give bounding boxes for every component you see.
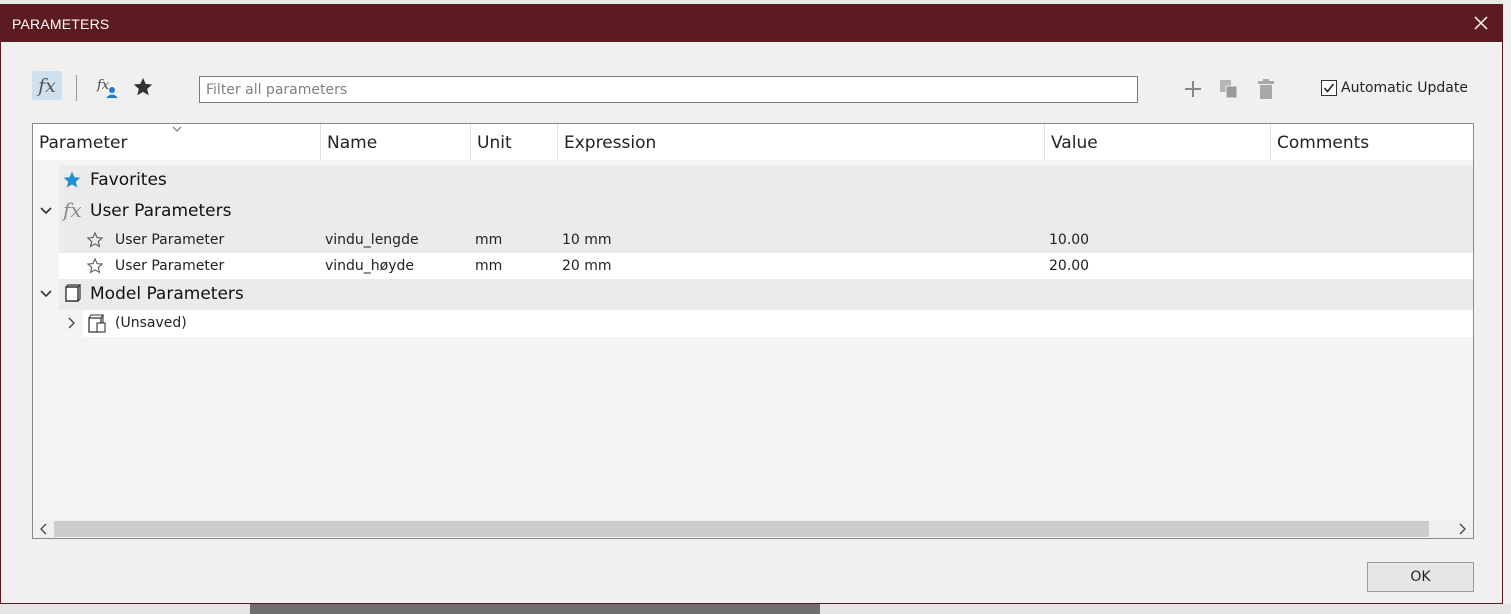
- name-cell[interactable]: vindu_lengde: [325, 232, 419, 248]
- all-parameters-button[interactable]: fx: [32, 71, 62, 100]
- column-header-label: Expression: [564, 133, 657, 153]
- favorite-star-outline-icon[interactable]: [86, 231, 104, 249]
- column-header-comments[interactable]: Comments: [1271, 124, 1473, 160]
- add-icon: [1185, 81, 1201, 97]
- close-icon: [1474, 16, 1488, 30]
- column-header-unit[interactable]: Unit: [471, 124, 558, 160]
- favorites-filter-button[interactable]: [130, 74, 156, 100]
- delete-parameter-button[interactable]: [1254, 77, 1278, 101]
- user-parameters-label: User Parameters: [90, 201, 232, 221]
- background-app-canvas: [250, 604, 820, 614]
- parameters-dialog: PARAMETERS fx fx Filter all parameters A…: [0, 4, 1503, 604]
- component-label: (Unsaved): [115, 315, 187, 331]
- column-header-label: Unit: [477, 133, 512, 153]
- user-parameter-icon: fx: [96, 78, 118, 98]
- favorite-star-outline-icon[interactable]: [86, 257, 104, 275]
- chevron-down-icon[interactable]: [39, 287, 53, 301]
- horizontal-scrollbar[interactable]: [33, 520, 1473, 538]
- column-header-label: Name: [327, 133, 378, 153]
- column-header-name[interactable]: Name: [321, 124, 471, 160]
- column-header-parameter[interactable]: Parameter: [33, 124, 321, 160]
- model-parameters-group-row[interactable]: Model Parameters: [33, 279, 1473, 310]
- row-gutter: [33, 253, 59, 279]
- toolbar-divider: [76, 75, 77, 101]
- chevron-right-icon[interactable]: [65, 316, 79, 330]
- table-row[interactable]: User Parameter vindu_høyde mm 20 mm 20.0…: [33, 253, 1473, 279]
- delete-icon: [1258, 79, 1274, 99]
- fx-icon: fx: [38, 74, 56, 97]
- model-parameters-label: Model Parameters: [90, 284, 244, 304]
- favorites-label: Favorites: [90, 170, 167, 190]
- ok-button[interactable]: OK: [1367, 562, 1474, 592]
- fx-icon: fx: [63, 198, 82, 222]
- filter-parameters-input[interactable]: [199, 76, 1138, 103]
- table-row[interactable]: User Parameter vindu_lengde mm 10 mm 10.…: [33, 227, 1473, 253]
- model-cube-icon: [65, 284, 82, 302]
- favorites-group-row[interactable]: Favorites: [33, 165, 1473, 196]
- expression-cell[interactable]: 20 mm: [562, 258, 612, 274]
- automatic-update-label: Automatic Update: [1341, 80, 1468, 96]
- svg-text:fx: fx: [96, 78, 110, 93]
- component-icon: [88, 314, 106, 333]
- column-header-label: Parameter: [39, 133, 128, 153]
- add-parameter-button[interactable]: [1181, 77, 1205, 101]
- close-button[interactable]: [1467, 9, 1495, 37]
- chevron-down-icon[interactable]: [39, 204, 53, 218]
- scroll-left-icon[interactable]: [35, 521, 53, 537]
- value-cell: 20.00: [1049, 258, 1090, 274]
- value-cell: 10.00: [1049, 232, 1090, 248]
- row-gutter: [33, 165, 59, 196]
- name-cell[interactable]: vindu_høyde: [325, 258, 414, 274]
- automatic-update-checkbox[interactable]: [1321, 80, 1337, 96]
- table-header: Parameter Name Unit Expression Value Com…: [33, 124, 1473, 160]
- copy-parameter-button[interactable]: [1217, 77, 1241, 101]
- dialog-title: PARAMETERS: [12, 16, 110, 32]
- column-header-label: Value: [1051, 133, 1098, 153]
- unit-cell[interactable]: mm: [475, 258, 502, 274]
- model-component-row[interactable]: (Unsaved): [33, 310, 1473, 337]
- parameter-type-cell: User Parameter: [115, 232, 225, 248]
- scrollbar-thumb[interactable]: [54, 521, 1429, 537]
- copy-icon: [1220, 80, 1238, 99]
- user-parameters-filter-button[interactable]: fx: [93, 73, 121, 101]
- parameter-type-cell: User Parameter: [115, 258, 225, 274]
- ok-button-label: OK: [1410, 569, 1431, 585]
- dialog-titlebar[interactable]: PARAMETERS: [1, 5, 1502, 42]
- star-icon: [63, 171, 81, 188]
- unit-cell[interactable]: mm: [475, 232, 502, 248]
- user-parameters-group-row[interactable]: fx User Parameters: [33, 196, 1473, 227]
- favorites-star-icon: [133, 77, 153, 96]
- column-header-label: Comments: [1277, 133, 1370, 153]
- checkmark-icon: [1323, 83, 1335, 93]
- background-app-edge: [1503, 0, 1511, 614]
- scroll-right-icon[interactable]: [1453, 521, 1471, 537]
- column-header-expression[interactable]: Expression: [558, 124, 1045, 160]
- parameters-table: Parameter Name Unit Expression Value Com…: [32, 123, 1474, 539]
- column-header-value[interactable]: Value: [1045, 124, 1271, 160]
- sort-chevron-icon: [172, 126, 182, 132]
- row-gutter: [33, 227, 59, 253]
- automatic-update-toggle[interactable]: Automatic Update: [1321, 80, 1468, 96]
- expression-cell[interactable]: 10 mm: [562, 232, 612, 248]
